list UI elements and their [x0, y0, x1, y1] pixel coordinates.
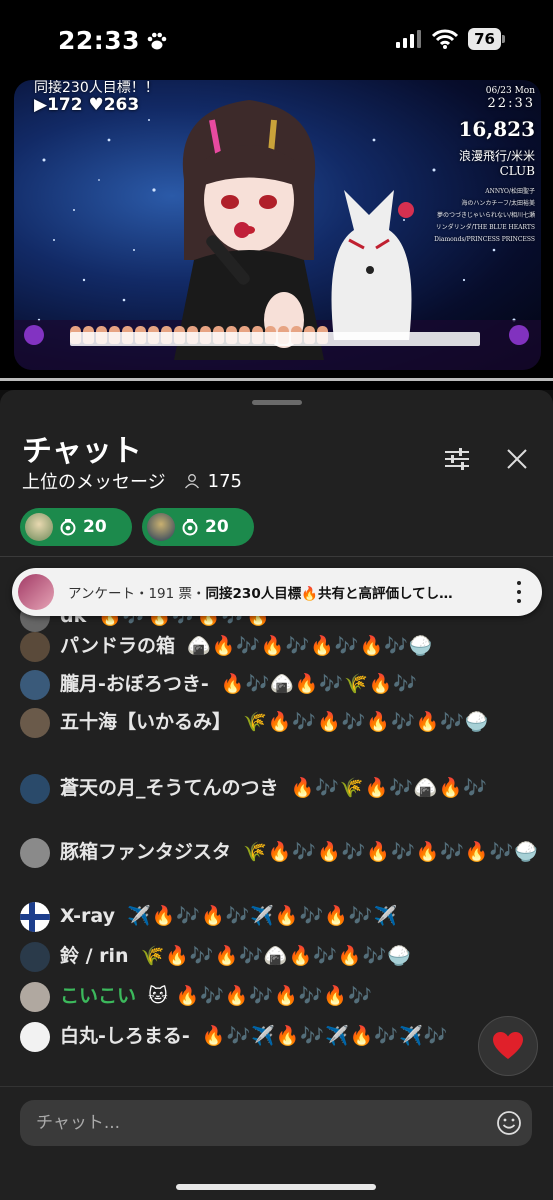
- reaction-heart-button[interactable]: [478, 1016, 538, 1076]
- status-bar: 22:33 76: [0, 0, 553, 80]
- more-options-icon[interactable]: [516, 581, 522, 603]
- author-name[interactable]: 鈴 / rin: [60, 945, 129, 967]
- setlist-item: リンダリンダ/THE BLUE HEARTS: [435, 224, 535, 231]
- chat-message: X-ray ✈️🔥🎶🔥🎶✈️🔥🎶🔥🎶✈️: [20, 900, 540, 932]
- member-sticker: 🐱: [148, 985, 169, 1007]
- home-indicator: [176, 1184, 376, 1190]
- comment-ticker: [70, 332, 480, 346]
- supporter-chip[interactable]: 20: [142, 508, 254, 546]
- chat-message: 鈴 / rin 🌾🔥🎶🔥🎶🍙🔥🎶🔥🎶🍚: [20, 940, 540, 972]
- chat-message: 蒼天の月_そうてんのつき 🔥🎶🌾🔥🎶🍙🔥🎶: [20, 772, 540, 804]
- video-progress-bar[interactable]: [0, 378, 553, 381]
- message-text: 🔥🎶🍙🔥🎶🌾🔥🎶: [220, 673, 419, 695]
- avatar[interactable]: [20, 982, 50, 1012]
- chat-mode-label: 上位のメッセージ: [22, 472, 166, 493]
- chat-message: こいこい 🐱 🔥🎶🔥🎶🔥🎶🔥🎶: [20, 980, 540, 1012]
- status-icons: 76: [396, 28, 505, 50]
- setlist-overlay: 06/23 Mon 22:33 16,823 浪漫飛行/米米CLUB ANNYO…: [425, 86, 535, 246]
- video-player[interactable]: 同接230人目標！！ ▶172 ♥263 06/23 Mon 22:33 16,…: [0, 80, 553, 390]
- pinned-poll-banner[interactable]: アンケート・191 票・同接230人目標🔥共有と高評価してし…: [12, 568, 542, 616]
- battery-indicator: 76: [468, 28, 505, 50]
- message-text: 🌾🔥🎶🔥🎶🔥🎶🔥🎶🔥🎶🍚: [243, 841, 539, 863]
- cellular-signal-icon: [396, 30, 422, 48]
- viewer-count: 175: [207, 470, 242, 492]
- clock-text: 22:33: [58, 26, 141, 55]
- chat-message: 白丸-しろまる- 🔥🎶✈️🔥🎶✈️🔥🎶✈️🎶: [20, 1020, 540, 1052]
- vtuber-avatar: [174, 100, 324, 360]
- chat-message-list[interactable]: dk 🔥🎶🔥🎶🔥🎶🔥 パンドラの箱 🍙🔥🎶🔥🎶🔥🎶🔥🎶🍚 朧月-おぼろつき- 🔥🎶🍙🔥…: [0, 608, 553, 1088]
- chat-message: 五十海【いかるみ】 🌾🔥🎶🔥🎶🔥🎶🔥🎶🍚: [20, 706, 540, 738]
- message-text: 🔥🎶🌾🔥🎶🍙🔥🎶: [290, 777, 488, 799]
- chat-message: 朧月-おぼろつき- 🔥🎶🍙🔥🎶🌾🔥🎶: [20, 668, 540, 700]
- chat-title: チャット: [22, 434, 142, 469]
- supporter-count: 20: [205, 517, 229, 537]
- wifi-icon: [432, 29, 459, 49]
- author-name[interactable]: 白丸-しろまる-: [60, 1025, 190, 1047]
- status-time: 22:33: [58, 26, 168, 55]
- author-name[interactable]: 朧月-おぼろつき-: [60, 673, 209, 695]
- message-text: 🌾🔥🎶🔥🎶🔥🎶🔥🎶🍚: [243, 711, 490, 733]
- avatar: [147, 513, 175, 541]
- message-text: 🔥🎶🔥🎶🔥🎶🔥🎶: [175, 985, 373, 1007]
- current-song: 浪漫飛行/米米CLUB: [458, 149, 535, 178]
- chat-mode-selector[interactable]: 上位のメッセージ 175: [22, 468, 242, 494]
- stream-stats-overlay: 同接230人目標！！ ▶172 ♥263: [34, 80, 159, 114]
- supporter-chip[interactable]: 20: [20, 508, 132, 546]
- author-name[interactable]: X-ray: [60, 905, 115, 927]
- chat-message: 豚箱ファンタジスタ 🌾🔥🎶🔥🎶🔥🎶🔥🎶🔥🎶🍚: [20, 836, 540, 868]
- divider: [0, 1086, 553, 1087]
- setlist-item: Diamonds/PRINCESS PRINCESS: [434, 236, 535, 243]
- person-icon: [184, 474, 199, 489]
- paw-icon: [147, 32, 167, 49]
- overlay-counter: 16,823: [458, 117, 535, 141]
- setlist-item: 夢のつづきじゃいられない/相川七瀬: [436, 212, 535, 219]
- message-text: 🍙🔥🎶🔥🎶🔥🎶🔥🎶🍚: [186, 635, 434, 657]
- stream-frame: 同接230人目標！！ ▶172 ♥263 06/23 Mon 22:33 16,…: [14, 80, 541, 370]
- author-name[interactable]: 蒼天の月_そうてんのつき: [60, 777, 279, 799]
- message-text: 🌾🔥🎶🔥🎶🍙🔥🎶🔥🎶🍚: [140, 945, 412, 967]
- avatar[interactable]: [20, 902, 50, 932]
- author-name[interactable]: こいこい: [60, 985, 136, 1007]
- poll-label: アンケート・191 票・: [68, 586, 206, 602]
- close-icon[interactable]: [504, 446, 530, 472]
- avatar[interactable]: [20, 670, 50, 700]
- views-count: ▶172: [34, 95, 83, 115]
- top-supporters: 20 20: [20, 508, 254, 546]
- avatar[interactable]: [20, 632, 50, 662]
- filter-settings-icon[interactable]: [442, 444, 472, 474]
- chat-panel: チャット 上位のメッセージ 175 20 20 アンケート・191 票・同接23…: [0, 390, 553, 1200]
- avatar[interactable]: [20, 708, 50, 738]
- heart-icon: [493, 1032, 523, 1059]
- avatar[interactable]: [20, 1022, 50, 1052]
- supporter-count: 20: [83, 517, 107, 537]
- overlay-date: 06/23 Mon: [485, 86, 535, 96]
- avatar[interactable]: [20, 774, 50, 804]
- fox-mascot: [331, 190, 414, 340]
- message-text: 🔥🎶✈️🔥🎶✈️🔥🎶✈️🎶: [201, 1025, 449, 1047]
- chat-message: パンドラの箱 🍙🔥🎶🔥🎶🔥🎶🔥🎶🍚: [20, 630, 540, 662]
- author-name[interactable]: パンドラの箱: [60, 635, 175, 657]
- setlist: ANNYO/松田聖子 海のハンカチーフ/太田裕美 夢のつづきじゃいられない/相川…: [425, 186, 535, 246]
- timer-badge-icon: [60, 519, 76, 536]
- overlay-clock: 22:33: [487, 96, 535, 111]
- timer-badge-icon: [182, 519, 198, 536]
- message-text: ✈️🔥🎶🔥🎶✈️🔥🎶🔥🎶✈️: [126, 905, 399, 927]
- divider: [0, 556, 553, 557]
- poll-text: 同接230人目標🔥共有と高評価してし…: [205, 586, 453, 602]
- emoji-icon[interactable]: [496, 1110, 522, 1136]
- setlist-item: ANNYO/松田聖子: [485, 188, 535, 195]
- avatar: [25, 513, 53, 541]
- drag-handle[interactable]: [252, 400, 302, 405]
- likes-count: ♥263: [88, 95, 140, 115]
- author-name[interactable]: 豚箱ファンタジスタ: [60, 841, 231, 863]
- avatar[interactable]: [20, 942, 50, 972]
- chat-input[interactable]: [36, 1113, 456, 1133]
- chat-input-box[interactable]: [20, 1100, 532, 1146]
- avatar[interactable]: [20, 838, 50, 868]
- author-name[interactable]: 五十海【いかるみ】: [60, 711, 231, 733]
- poll-avatar: [18, 574, 54, 610]
- setlist-item: 海のハンカチーフ/太田裕美: [461, 200, 535, 207]
